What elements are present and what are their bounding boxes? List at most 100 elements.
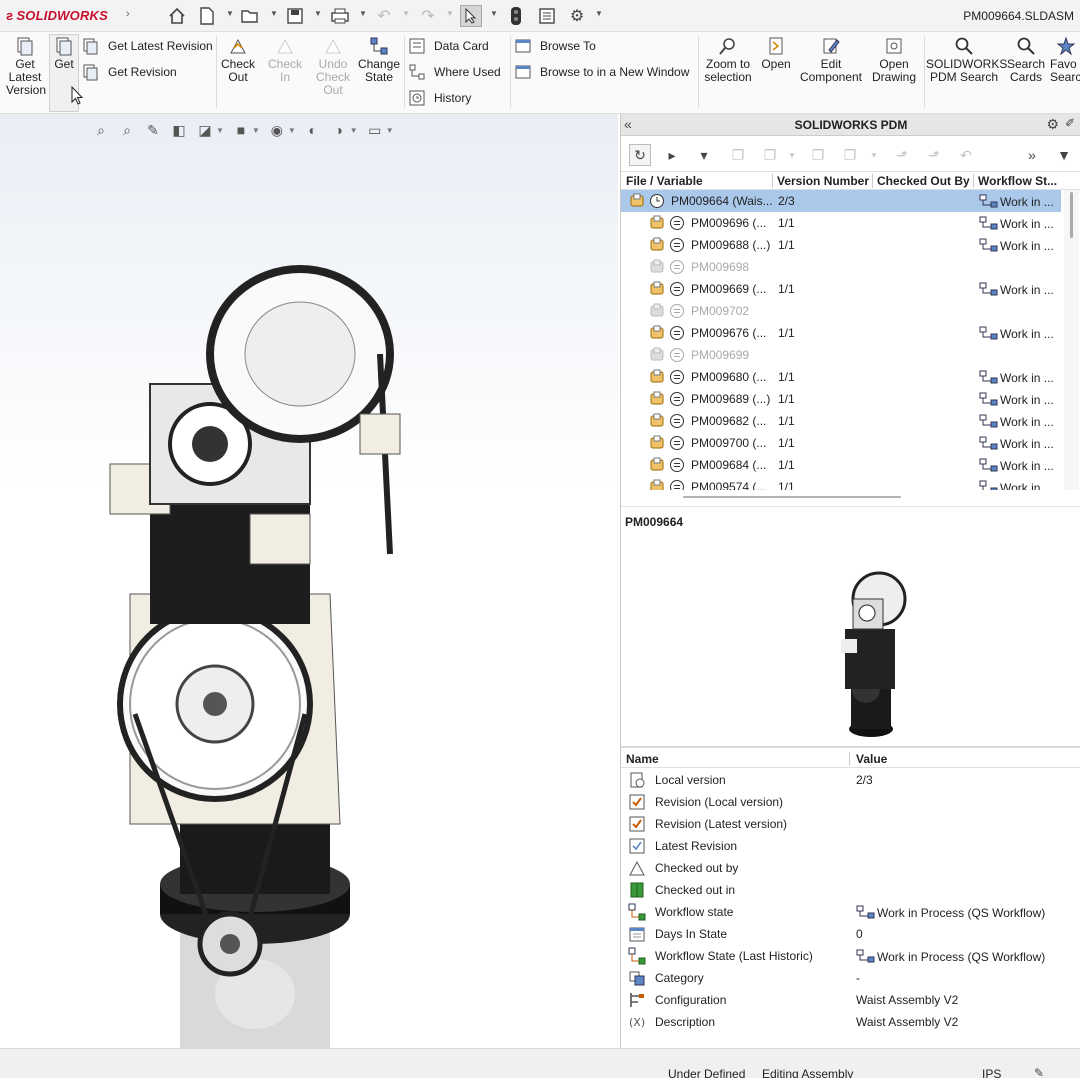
gear-icon[interactable]: ⚙ — [566, 5, 588, 27]
property-row[interactable]: Workflow State (Last Historic) Work in Pr… — [621, 945, 1080, 967]
refresh-icon[interactable]: ↻ — [629, 144, 651, 166]
data-card-button[interactable]: Data Card — [408, 36, 489, 56]
graphics-viewport[interactable]: ⌕ ⌕ ✎ ◧ ◪ ▼ ■ ▼ ◉ ▼ ◐ ◑ ▼ ▭ ▼ — [0, 114, 618, 1048]
chevron-down-icon[interactable]: ▼ — [402, 9, 410, 18]
get-revision-button[interactable]: Get Revision — [82, 62, 177, 82]
open-button[interactable]: Open — [758, 36, 794, 71]
file-row[interactable]: PM009699 — [621, 344, 1061, 366]
file-row[interactable]: PM009700 (... 1/1 Work in ... — [621, 432, 1061, 454]
options-dropdown-icon[interactable]: ▼ — [1053, 144, 1075, 166]
check-in-button[interactable]: Check In — [262, 36, 308, 84]
chevron-down-icon[interactable]: ▼ — [288, 126, 296, 135]
apply-scene-icon[interactable]: ◑ — [330, 121, 348, 139]
get-latest-icon[interactable]: ❐ — [807, 144, 829, 166]
check-out-button[interactable]: Check Out — [220, 36, 256, 84]
column-header-value[interactable]: Value — [856, 752, 887, 766]
favorite-searches-button[interactable]: Favo Searc — [1050, 36, 1080, 84]
property-row[interactable]: Checked out by — [621, 857, 1080, 879]
column-header-workflow-state[interactable]: Workflow St... — [978, 174, 1062, 188]
undo-check-out-button[interactable]: Undo Check Out — [314, 36, 352, 97]
file-list-vertical-scrollbar[interactable] — [1064, 190, 1079, 490]
chevron-down-icon[interactable]: ▼ — [270, 9, 278, 18]
undo-icon[interactable]: ↶ — [373, 5, 395, 27]
file-row[interactable]: PM009689 (...) 1/1 Work in ... — [621, 388, 1061, 410]
column-header-file[interactable]: File / Variable — [626, 174, 771, 188]
view-orientation-icon[interactable]: ◪ — [196, 121, 214, 139]
browse-to-button[interactable]: Browse To — [514, 36, 596, 56]
chevron-down-icon[interactable]: ▾ — [863, 144, 885, 166]
hide-show-items-icon[interactable]: ◉ — [268, 121, 286, 139]
check-out-icon[interactable]: ⬏ — [891, 144, 913, 166]
file-properties-icon[interactable] — [536, 5, 558, 27]
select-pointer-icon[interactable] — [460, 5, 482, 27]
chevron-down-icon[interactable]: ▼ — [314, 9, 322, 18]
chevron-down-icon[interactable]: ▼ — [446, 9, 454, 18]
scrollbar-thumb[interactable] — [683, 496, 901, 498]
robot-waist-assembly-model[interactable] — [90, 264, 420, 1048]
property-row[interactable]: Configuration Waist Assembly V2 — [621, 989, 1080, 1011]
get-revision-icon[interactable]: ❐ — [839, 144, 861, 166]
property-row[interactable]: Revision (Latest version) — [621, 813, 1080, 835]
check-in-icon[interactable]: ⬏ — [923, 144, 945, 166]
file-row[interactable]: PM009669 (... 1/1 Work in ... — [621, 278, 1061, 300]
previous-view-icon[interactable]: ✎ — [144, 121, 162, 139]
change-state-button[interactable]: Change State — [356, 36, 402, 84]
chevron-right-icon[interactable]: › — [126, 8, 130, 20]
chevron-down-icon[interactable]: ▼ — [595, 9, 603, 18]
property-row[interactable]: Workflow state Work in Process (QS Workfl… — [621, 901, 1080, 923]
section-view-icon[interactable]: ◧ — [170, 121, 188, 139]
open-drawing-button[interactable]: Open Drawing — [868, 36, 920, 84]
open-folder-icon[interactable] — [239, 5, 261, 27]
view-settings-icon[interactable]: ▭ — [366, 121, 384, 139]
get-version-icon[interactable]: ❐ — [759, 144, 781, 166]
undo-check-out-icon[interactable]: ↶ — [955, 144, 977, 166]
play-arrow-icon[interactable]: ▸ — [661, 144, 683, 166]
file-row[interactable]: PM009574 (... 1/1 Work in ... — [621, 476, 1061, 490]
zoom-to-area-icon[interactable]: ⌕ — [118, 121, 136, 139]
file-row[interactable]: PM009696 (... 1/1 Work in ... — [621, 212, 1061, 234]
property-row[interactable]: Days In State 0 — [621, 923, 1080, 945]
traffic-light-icon[interactable] — [505, 5, 527, 27]
chevron-down-icon[interactable]: ▾ — [781, 144, 803, 166]
scrollbar-thumb[interactable] — [1070, 192, 1073, 238]
status-units[interactable]: IPS — [982, 1067, 1001, 1078]
get-latest-revision-button[interactable]: Get Latest Revision — [82, 36, 213, 56]
print-icon[interactable] — [329, 5, 351, 27]
solidworks-logo[interactable]: ƨ SOLIDWORKS — [6, 8, 108, 23]
property-row[interactable]: Checked out in — [621, 879, 1080, 901]
edit-appearance-icon[interactable]: ◐ — [304, 121, 322, 139]
file-row[interactable]: PM009680 (... 1/1 Work in ... — [621, 366, 1061, 388]
property-row[interactable]: Latest Revision — [621, 835, 1080, 857]
more-commands-icon[interactable]: » — [1021, 144, 1043, 166]
file-row[interactable]: PM009664 (Wais... 2/3 Work in ... — [621, 190, 1061, 212]
chevron-down-icon[interactable]: ▼ — [386, 126, 394, 135]
property-row[interactable]: Revision (Local version) — [621, 791, 1080, 813]
edit-component-button[interactable]: Edit Component — [798, 36, 864, 84]
chevron-down-icon[interactable]: ▼ — [216, 126, 224, 135]
display-style-icon[interactable]: ■ — [232, 121, 250, 139]
column-header-name[interactable]: Name — [626, 752, 659, 766]
history-button[interactable]: History — [408, 88, 471, 108]
file-row[interactable]: PM009698 — [621, 256, 1061, 278]
chevron-down-icon[interactable]: ▼ — [490, 9, 498, 18]
copy-tree-icon[interactable]: ❐ — [727, 144, 749, 166]
gear-icon[interactable]: ⚙ — [1046, 116, 1059, 133]
save-icon[interactable] — [284, 5, 306, 27]
property-row[interactable]: (X) Description Waist Assembly V2 — [621, 1011, 1080, 1033]
file-row[interactable]: PM009684 (... 1/1 Work in ... — [621, 454, 1061, 476]
pdm-search-button[interactable]: SOLIDWORKS PDM Search — [926, 36, 1007, 84]
property-row[interactable]: Local version 2/3 — [621, 769, 1080, 791]
chevron-down-icon[interactable]: ▼ — [252, 126, 260, 135]
home-icon[interactable] — [166, 5, 188, 27]
zoom-to-fit-icon[interactable]: ⌕ — [92, 121, 110, 139]
chevron-down-icon[interactable]: ▼ — [226, 9, 234, 18]
zoom-to-selection-button[interactable]: Zoom to selection — [702, 36, 754, 84]
new-document-icon[interactable] — [196, 5, 218, 27]
file-row[interactable]: PM009702 — [621, 300, 1061, 322]
file-row[interactable]: PM009682 (... 1/1 Work in ... — [621, 410, 1061, 432]
redo-icon[interactable]: ↷ — [417, 5, 439, 27]
column-header-checked-out-by[interactable]: Checked Out By — [877, 174, 973, 188]
get-button[interactable]: Get — [50, 36, 78, 71]
search-cards-button[interactable]: Search Cards — [1004, 36, 1048, 84]
column-header-version[interactable]: Version Number — [777, 174, 873, 188]
